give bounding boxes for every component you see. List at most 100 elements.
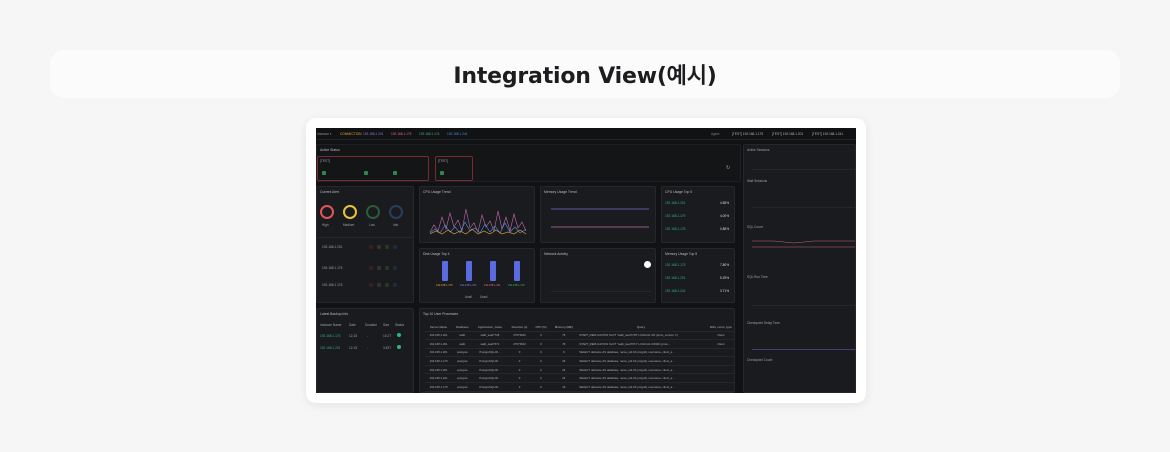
cpu-trend-panel: CPU Usage Trend — [419, 186, 535, 243]
instance-selector[interactable]: Instance ▾ — [317, 132, 332, 136]
table-cell: 192.168.1.241 — [425, 373, 453, 384]
panel-title: Top 10 User Processes — [423, 312, 459, 316]
table-cell: 0 — [531, 365, 551, 375]
disk-host: 192.168.1.241 — [484, 284, 501, 287]
top-value: 7.80% — [720, 263, 730, 267]
chart-title: Checkpoint Delay Time — [747, 321, 780, 325]
table-cell: PostgreSQLJD... — [472, 382, 508, 392]
tag-item[interactable]: 192.168.1.241 — [447, 132, 467, 136]
table-cell — [704, 382, 734, 392]
table-cell — [704, 356, 734, 366]
table-cell: 76 — [550, 339, 578, 349]
table-cell: postgres — [452, 348, 473, 358]
active-status-panel: Active Status [TEST] [TEST] ↻ — [316, 144, 741, 182]
col-header[interactable]: Server Name — [425, 323, 453, 332]
table-row[interactable]: 192.168.1.175 postgres PostgreSQLJD... 0 0 26… — [425, 356, 734, 366]
table-row[interactable]: 192.168.1.201 postgres PostgreSQLJD... 0 0 0 S… — [425, 348, 734, 358]
table-cell: 192.168.1.201 — [425, 365, 453, 375]
table-cell: 192.168.1.201 — [425, 391, 453, 392]
table-row[interactable]: 192.168.1.175 postgres PostgreSQLJD... 0 0 16… — [425, 382, 734, 392]
alert-host[interactable]: 192.168.1.201 — [322, 245, 342, 249]
screenshot-frame: Instance ▾ CONNECTION 192.168.1.201 192.… — [306, 118, 866, 403]
col-header[interactable]: Duration (s) — [507, 323, 532, 332]
disk-top4-panel: Disk Usage Top 4 192.168.1.175 192.168.1… — [419, 248, 535, 303]
alert-count — [393, 266, 397, 270]
status-group-a[interactable]: [TEST] — [317, 156, 429, 181]
chart-title: SQL Run Time — [747, 275, 768, 279]
axis-line — [551, 291, 651, 292]
table-cell: PostgreSQLJD... — [472, 348, 508, 358]
alert-count — [393, 245, 397, 249]
table-header-row: Server Name Database Application_name Du… — [425, 323, 734, 332]
memory-top5-panel: Memory Usage Top 5 192.168.1.175 7.80% 1… — [661, 248, 735, 303]
table-cell: START_REPLICATION SLOT "walb_lead7728" L… — [577, 331, 705, 341]
alert-count — [369, 283, 373, 287]
success-icon — [397, 333, 401, 337]
cpu-trend-chart — [429, 208, 527, 235]
refresh-icon[interactable]: ↻ — [726, 165, 730, 171]
col-header: Instance Name — [320, 323, 342, 327]
top-host: 192.168.1.241 — [665, 289, 686, 293]
top-host: 192.168.1.175 — [665, 214, 686, 218]
panel-title: Memory Usage Top 5 — [665, 252, 698, 256]
table-cell: START_REPLICATION SLOT "walb_lead7671" L… — [577, 339, 705, 349]
divider — [317, 237, 413, 238]
gauge-high — [320, 205, 334, 219]
backup-instance[interactable]: 192.168.1.201 — [320, 346, 340, 350]
alert-host[interactable]: 192.168.1.175 — [322, 266, 342, 270]
panel-title: Disk Usage Top 4 — [423, 252, 450, 256]
table-cell: 26 — [550, 356, 578, 366]
table-cell: 0 — [507, 348, 532, 358]
table-cell: postgres — [452, 365, 473, 375]
table-cell: postgres — [452, 382, 473, 392]
col-header[interactable]: Memory (MB) — [550, 323, 578, 332]
disk-bar — [490, 261, 496, 281]
disk-bar — [442, 261, 448, 281]
table-cell: 27673623 — [507, 339, 532, 349]
table-row[interactable]: 192.168.1.201 postgres PostgreSQLJD... 0 0 24… — [425, 365, 734, 375]
gauge-label: Low — [369, 223, 375, 227]
status-group-b[interactable]: [TEST] — [435, 156, 473, 181]
col-header[interactable]: CPU (%) — [531, 323, 551, 332]
network-toggle[interactable] — [644, 261, 651, 268]
status-chip — [440, 171, 444, 175]
alert-count — [377, 283, 381, 287]
table-row[interactable]: 192.168.1.201 walb walb_lead7671 27673623 0 7… — [425, 339, 734, 349]
gauge-low — [366, 205, 380, 219]
tag-item[interactable]: CONNECTION — [340, 132, 361, 136]
status-chip — [364, 171, 368, 175]
table-cell: SELECT datname AS database, name, pid AS… — [577, 356, 705, 366]
alert-count — [385, 283, 389, 287]
col-header[interactable]: Query — [577, 323, 705, 332]
col-header[interactable]: Wait_event_type — [704, 323, 734, 332]
chart-baseline — [752, 207, 855, 208]
tag-item[interactable]: 192.168.1.201 — [363, 132, 383, 136]
col-header[interactable]: Application_name — [472, 323, 508, 332]
table-cell: 0 — [531, 331, 551, 341]
table-row[interactable]: 192.168.1.241 postgres PostgreSQLJD... 0 0 24… — [425, 373, 734, 384]
agent-label: Agent — [711, 132, 720, 136]
gauge-label: High — [322, 223, 329, 227]
col-header[interactable]: Database — [452, 323, 473, 332]
tag-item[interactable]: 192.168.1.176 — [419, 132, 439, 136]
backup-size: 15.2T — [383, 334, 392, 338]
sql-count-chart — [752, 240, 855, 248]
backup-instance[interactable]: 192.168.1.175 — [320, 334, 340, 338]
processes-table: Server Name Database Application_name Du… — [425, 323, 734, 392]
agent-item[interactable]: [TEST] 192.168.1.175 — [732, 132, 763, 136]
backup-size: 3.52T — [383, 346, 392, 350]
alert-count — [385, 245, 389, 249]
table-row[interactable]: 192.168.1.201postgresPostgreSQLJD...0016… — [425, 391, 734, 392]
top-host: 192.168.1.201 — [665, 276, 686, 280]
legend-item: Avail — [465, 295, 472, 299]
tag-item[interactable]: 192.168.1.175 — [391, 132, 411, 136]
success-icon — [397, 345, 401, 349]
col-header: Date — [349, 323, 356, 327]
disk-host: 192.168.1.175 — [436, 284, 453, 287]
table-row[interactable]: 192.168.1.201 walb walb_lead7728 27673623 0 7… — [425, 331, 734, 341]
agent-item[interactable]: [TEST] 192.168.1.201 — [772, 132, 803, 136]
gauge-label: Medium — [343, 223, 355, 227]
alert-host[interactable]: 192.168.1.176 — [322, 283, 342, 287]
table-cell: 24 — [550, 365, 578, 375]
agent-item[interactable]: [TEST] 192.168.1.241 — [812, 132, 843, 136]
